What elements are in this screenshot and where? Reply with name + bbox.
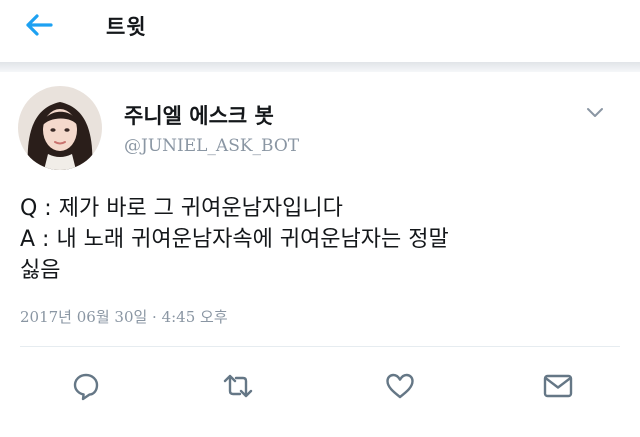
header-divider — [0, 62, 640, 72]
reply-button[interactable] — [68, 368, 104, 404]
more-options-button[interactable] — [582, 102, 608, 122]
action-divider — [20, 346, 620, 347]
chevron-down-icon — [587, 108, 603, 117]
retweet-icon — [223, 374, 253, 398]
reply-icon — [73, 373, 99, 401]
retweet-button[interactable] — [220, 368, 256, 404]
tweet-timestamp[interactable]: 2017년 06월 30일 · 4:45 오후 — [20, 306, 228, 327]
like-button[interactable] — [382, 368, 418, 404]
tweet-line: Q : 제가 바로 그 귀여운남자입니다 — [20, 196, 343, 221]
tweet-line: A : 내 노래 귀여운남자속에 귀여운남자는 정말 — [20, 227, 449, 252]
like-icon — [386, 373, 414, 399]
page-title: 트윗 — [106, 15, 147, 39]
direct-message-icon — [543, 374, 573, 398]
direct-message-button[interactable] — [540, 368, 576, 404]
top-bar: 트윗 — [0, 0, 640, 62]
tweet-line: 싫음 — [20, 258, 61, 283]
author-display-name[interactable]: 주니엘 에스크 봇 — [124, 100, 274, 130]
tweet-text: Q : 제가 바로 그 귀여운남자입니다 A : 내 노래 귀여운남자속에 귀여… — [20, 193, 620, 286]
author-handle[interactable]: @JUNIEL_ASK_BOT — [124, 136, 299, 156]
avatar-photo — [18, 86, 102, 170]
avatar[interactable] — [18, 86, 102, 170]
back-button[interactable] — [22, 10, 56, 40]
arrow-left-icon — [26, 14, 53, 36]
